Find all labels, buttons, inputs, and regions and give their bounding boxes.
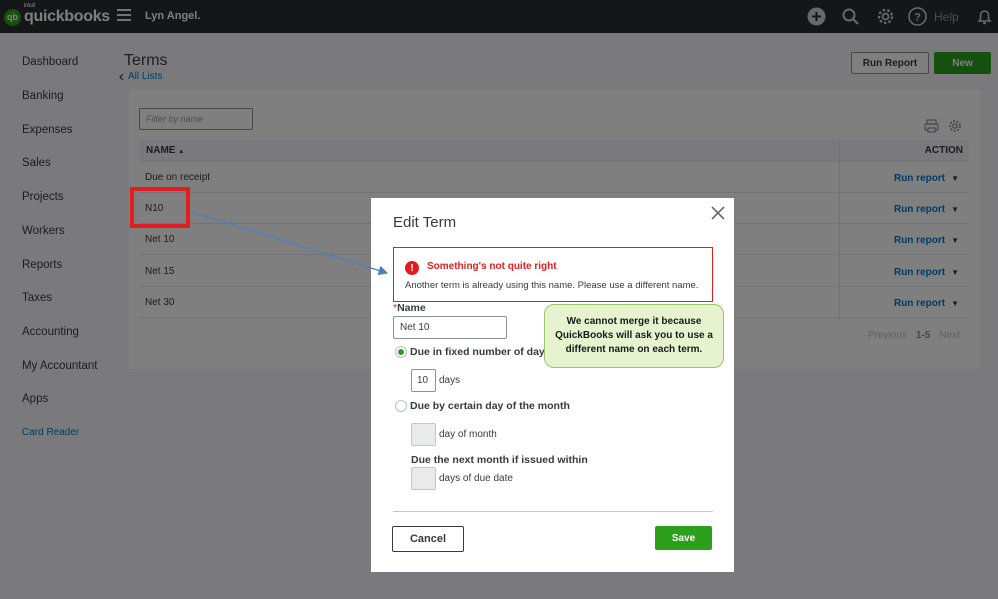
annotation-callout: We cannot merge it because QuickBooks wi… — [544, 304, 724, 368]
annotation-arrow — [191, 211, 389, 276]
callout-text: We cannot merge it because QuickBooks wi… — [555, 316, 713, 355]
